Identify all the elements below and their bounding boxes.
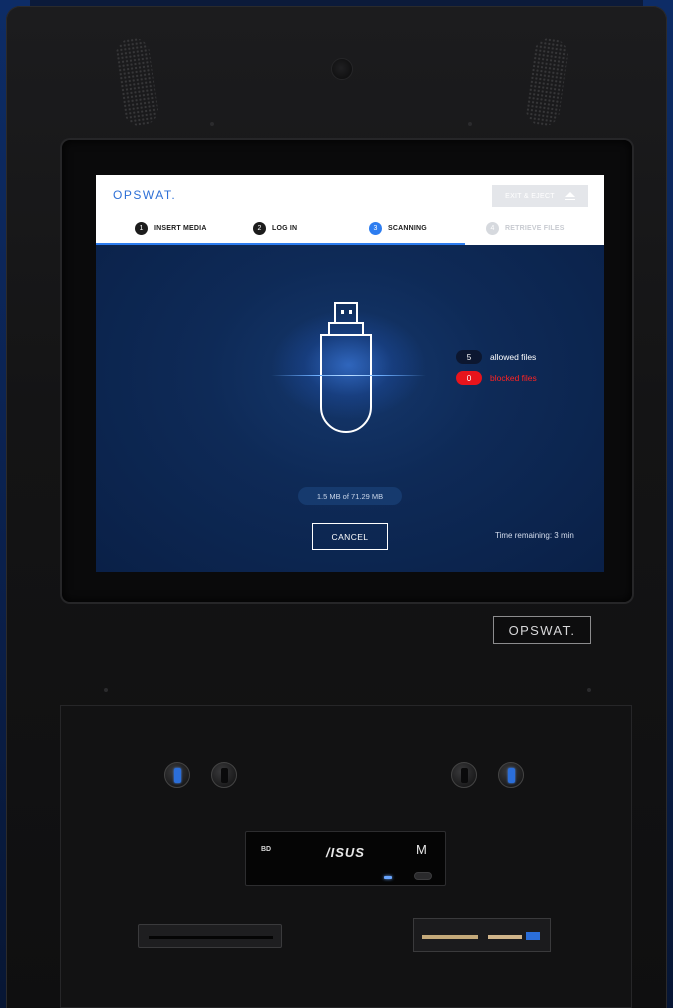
allowed-count: 5 <box>456 350 482 364</box>
step-number: 3 <box>369 222 382 235</box>
blocked-label: blocked files <box>490 373 537 383</box>
step-insert-media: 1 INSERT MEDIA <box>135 222 207 235</box>
drive-eject-button[interactable] <box>414 872 432 880</box>
allowed-files-counter: 5 allowed files <box>456 350 537 364</box>
opswat-logo: OPSWAT. <box>113 188 177 202</box>
step-label: RETRIEVE FILES <box>505 225 565 232</box>
blocked-count: 0 <box>456 371 482 385</box>
screw <box>587 688 591 692</box>
usb-drive-icon <box>320 302 372 433</box>
usb-port[interactable] <box>164 762 190 788</box>
card-reader[interactable] <box>413 918 551 952</box>
step-indicator: 1 INSERT MEDIA 2 LOG IN 3 SCANNING 4 RET… <box>96 219 604 245</box>
usb-port-cover[interactable] <box>451 762 477 788</box>
step-retrieve-files: 4 RETRIEVE FILES <box>486 222 565 235</box>
blocked-files-counter: 0 blocked files <box>456 371 537 385</box>
usb-port-cover[interactable] <box>211 762 237 788</box>
exit-eject-label: EXIT & EJECT <box>505 192 555 200</box>
file-counters: 5 allowed files 0 blocked files <box>456 350 537 392</box>
step-label: LOG IN <box>272 225 298 232</box>
eject-icon <box>564 192 575 200</box>
screw <box>468 122 472 126</box>
drive-led <box>384 876 392 879</box>
allowed-label: allowed files <box>490 352 537 362</box>
exit-eject-button[interactable]: EXIT & EJECT <box>492 185 588 207</box>
step-label: INSERT MEDIA <box>154 225 207 232</box>
scan-line <box>271 375 426 376</box>
step-number: 4 <box>486 222 499 235</box>
top-bar: OPSWAT. EXIT & EJECT 1 INSERT MEDIA 2 LO… <box>96 175 604 245</box>
ms-slot[interactable] <box>488 935 522 939</box>
sd-slot[interactable] <box>422 935 478 939</box>
step-label: SCANNING <box>388 225 427 232</box>
opswat-brand-plate: OPSWAT. <box>493 616 591 644</box>
step-number: 1 <box>135 222 148 235</box>
screw <box>210 122 214 126</box>
usb-port[interactable] <box>498 762 524 788</box>
asus-logo: /ISUS <box>326 845 365 860</box>
step-scanning: 3 SCANNING <box>369 222 427 235</box>
step-progress-line <box>96 243 465 245</box>
screw <box>104 688 108 692</box>
kiosk-screen: OPSWAT. EXIT & EJECT 1 INSERT MEDIA 2 LO… <box>96 175 604 572</box>
step-number: 2 <box>253 222 266 235</box>
cancel-button[interactable]: CANCEL <box>312 523 388 550</box>
scan-progress-badge: 1.5 MB of 71.29 MB <box>298 487 402 505</box>
optical-drive[interactable]: BD /ISUS M <box>245 831 446 886</box>
step-log-in: 2 LOG IN <box>253 222 297 235</box>
time-remaining: Time remaining: 3 min <box>495 531 574 540</box>
m-disc-logo: M <box>416 842 427 857</box>
bluray-logo: BD <box>261 846 272 853</box>
camera <box>331 58 353 80</box>
card-reader-usb-port[interactable] <box>526 932 540 940</box>
card-slot[interactable] <box>138 924 282 948</box>
